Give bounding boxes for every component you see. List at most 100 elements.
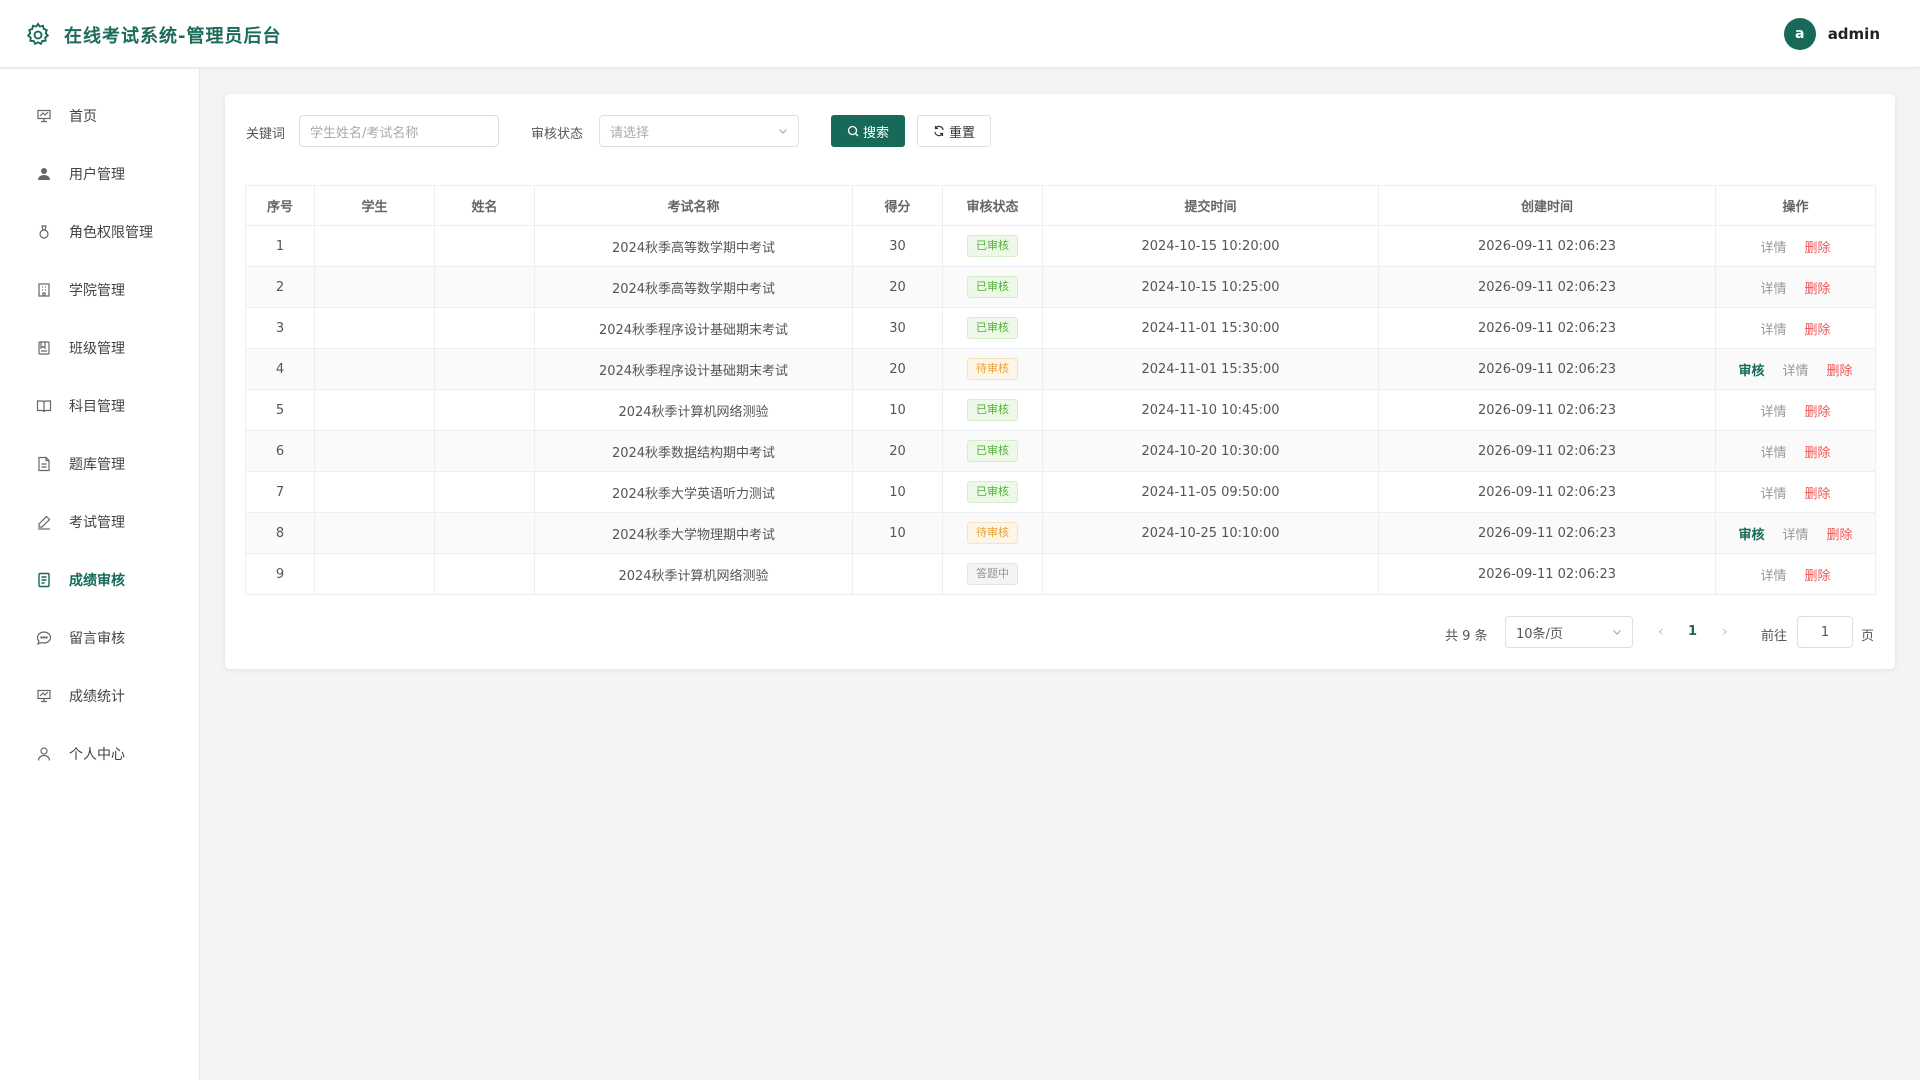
table-row: 2 2024秋季高等数学期中考试 20 已审核 2024-10-15 10:25… — [245, 266, 1876, 308]
goto-page-input[interactable]: 1 — [1797, 616, 1853, 648]
avatar[interactable]: a — [1783, 18, 1816, 50]
cell-exam: 2024秋季高等数学期中考试 — [534, 225, 853, 267]
next-page-button[interactable]: › — [1722, 624, 1728, 640]
sidebar-item-question-bank[interactable]: 题库管理 — [0, 442, 199, 486]
detail-link[interactable]: 详情 — [1760, 442, 1786, 461]
cell-score — [852, 553, 943, 595]
chevron-down-icon — [779, 129, 787, 134]
cell-no: 1 — [245, 225, 315, 267]
sidebar-item-profile[interactable]: 个人中心 — [0, 732, 199, 776]
cell-name — [434, 553, 535, 595]
cell-create-time: 2026-09-11 02:06:23 — [1378, 430, 1716, 472]
username[interactable]: admin — [1828, 25, 1880, 43]
cell-no: 8 — [245, 512, 315, 554]
table-row: 7 2024秋季大学英语听力测试 10 已审核 2024-11-05 09:50… — [245, 471, 1876, 513]
cell-submit-time: 2024-11-01 15:30:00 — [1042, 307, 1379, 349]
sidebar-item-home[interactable]: 首页 — [0, 94, 199, 138]
delete-link[interactable]: 删除 — [1805, 483, 1831, 502]
delete-link[interactable]: 删除 — [1827, 524, 1853, 543]
delete-link[interactable]: 删除 — [1805, 319, 1831, 338]
message-icon — [35, 629, 53, 647]
status-badge: 已审核 — [967, 235, 1018, 257]
cell-score: 10 — [852, 512, 943, 554]
cell-submit-time: 2024-10-15 10:20:00 — [1042, 225, 1379, 267]
status-select[interactable]: 请选择 — [599, 115, 799, 147]
chart-icon — [35, 687, 53, 705]
sidebar-item-label: 用户管理 — [69, 167, 125, 183]
cell-score: 20 — [852, 266, 943, 308]
page-unit-label: 页 — [1861, 629, 1875, 644]
column-header: 提交时间 — [1042, 185, 1379, 226]
building-icon — [35, 281, 53, 299]
status-badge: 待审核 — [967, 522, 1018, 544]
delete-link[interactable]: 删除 — [1805, 278, 1831, 297]
table-row: 4 2024秋季程序设计基础期末考试 20 待审核 2024-11-01 15:… — [245, 348, 1876, 390]
keyword-input[interactable]: 学生姓名/考试名称 — [299, 115, 499, 147]
detail-link[interactable]: 详情 — [1760, 278, 1786, 297]
review-link[interactable]: 审核 — [1738, 360, 1764, 379]
brand[interactable]: 在线考试系统-管理员后台 — [24, 20, 281, 50]
sidebar-item-label: 班级管理 — [69, 341, 125, 357]
cell-student — [314, 266, 435, 308]
delete-link[interactable]: 删除 — [1805, 442, 1831, 461]
table-row: 1 2024秋季高等数学期中考试 30 已审核 2024-10-15 10:20… — [245, 225, 1876, 267]
cell-create-time: 2026-09-11 02:06:23 — [1378, 348, 1716, 390]
detail-link[interactable]: 详情 — [1760, 483, 1786, 502]
sidebar-item-message-review[interactable]: 留言审核 — [0, 616, 199, 660]
delete-link[interactable]: 删除 — [1805, 401, 1831, 420]
cell-submit-time: 2024-11-01 15:35:00 — [1042, 348, 1379, 390]
detail-link[interactable]: 详情 — [1782, 360, 1808, 379]
status-label: 审核状态 — [531, 127, 584, 142]
table-row: 6 2024秋季数据结构期中考试 20 已审核 2024-10-20 10:30… — [245, 430, 1876, 472]
cell-no: 3 — [245, 307, 315, 349]
sidebar-item-score-review[interactable]: 成绩审核 — [0, 558, 199, 602]
cell-name — [434, 225, 535, 267]
delete-link[interactable]: 删除 — [1805, 565, 1831, 584]
sidebar-item-roles[interactable]: 角色权限管理 — [0, 210, 199, 254]
delete-link[interactable]: 删除 — [1805, 237, 1831, 256]
review-link[interactable]: 审核 — [1738, 524, 1764, 543]
refresh-icon — [934, 125, 944, 137]
sidebar-item-colleges[interactable]: 学院管理 — [0, 268, 199, 312]
cell-submit-time: 2024-11-05 09:50:00 — [1042, 471, 1379, 513]
cell-no: 7 — [245, 471, 315, 513]
class-icon — [35, 339, 53, 357]
sidebar-item-exams[interactable]: 考试管理 — [0, 500, 199, 544]
cell-name — [434, 348, 535, 390]
cell-exam: 2024秋季高等数学期中考试 — [534, 266, 853, 308]
sidebar-item-users[interactable]: 用户管理 — [0, 152, 199, 196]
cell-exam: 2024秋季程序设计基础期末考试 — [534, 307, 853, 349]
detail-link[interactable]: 详情 — [1760, 401, 1786, 420]
detail-link[interactable]: 详情 — [1782, 524, 1808, 543]
cell-no: 6 — [245, 430, 315, 472]
keyword-placeholder: 学生姓名/考试名称 — [310, 125, 419, 141]
sidebar-item-classes[interactable]: 班级管理 — [0, 326, 199, 370]
sidebar-item-statistics[interactable]: 成绩统计 — [0, 674, 199, 718]
column-header: 审核状态 — [942, 185, 1043, 226]
page-number[interactable]: 1 — [1688, 624, 1697, 639]
table-row: 3 2024秋季程序设计基础期末考试 30 已审核 2024-11-01 15:… — [245, 307, 1876, 349]
column-header: 创建时间 — [1378, 185, 1716, 226]
prev-page-button[interactable]: ‹ — [1658, 624, 1664, 640]
cell-student — [314, 471, 435, 513]
delete-link[interactable]: 删除 — [1827, 360, 1853, 379]
cell-exam: 2024秋季数据结构期中考试 — [534, 430, 853, 472]
search-button[interactable]: 搜索 — [831, 115, 905, 147]
cell-student — [314, 307, 435, 349]
cell-name — [434, 430, 535, 472]
status-badge: 已审核 — [967, 276, 1018, 298]
search-icon — [847, 125, 859, 137]
cell-score: 10 — [852, 389, 943, 431]
user-menu[interactable]: a admin — [1783, 18, 1880, 50]
page-size-select[interactable]: 10条/页 — [1505, 616, 1633, 648]
detail-link[interactable]: 详情 — [1760, 319, 1786, 338]
table-row: 5 2024秋季计算机网络测验 10 已审核 2024-11-10 10:45:… — [245, 389, 1876, 431]
table-row: 9 2024秋季计算机网络测验 答题中 2026-09-11 02:06:23 … — [245, 553, 1876, 595]
detail-link[interactable]: 详情 — [1760, 565, 1786, 584]
reset-button[interactable]: 重置 — [917, 115, 991, 147]
detail-link[interactable]: 详情 — [1760, 237, 1786, 256]
sidebar-item-subjects[interactable]: 科目管理 — [0, 384, 199, 428]
table-row: 8 2024秋季大学物理期中考试 10 待审核 2024-10-25 10:10… — [245, 512, 1876, 554]
goto-page-value: 1 — [1820, 624, 1830, 640]
sidebar-item-label: 题库管理 — [69, 457, 125, 473]
